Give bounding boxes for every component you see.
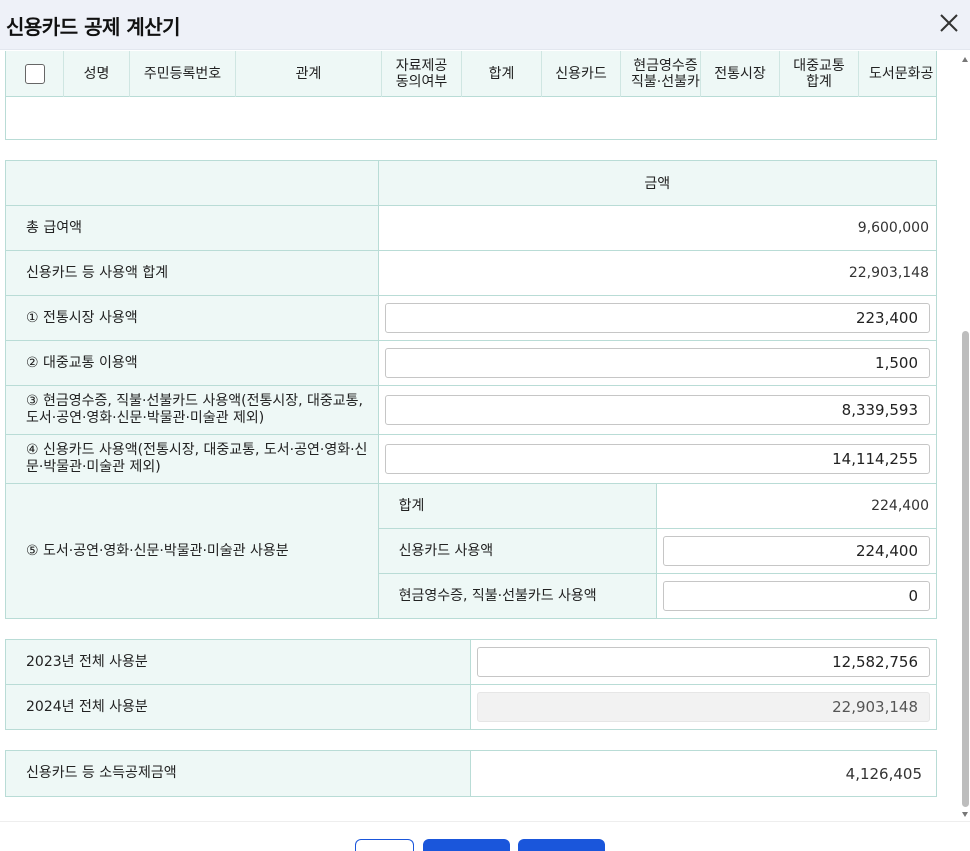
culture-cash-input[interactable]: 0 bbox=[663, 581, 930, 611]
usage-2023-input[interactable]: 12,582,756 bbox=[477, 647, 930, 677]
total-salary-value: 9,600,000 bbox=[377, 205, 938, 251]
market-label: ① 전통시장 사용액 bbox=[5, 295, 379, 341]
col-credit-card[interactable]: 신용카드 bbox=[542, 51, 621, 97]
col-name[interactable]: 성명 bbox=[64, 51, 130, 97]
total-salary-label: 총 급여액 bbox=[5, 205, 379, 251]
vertical-scrollbar[interactable] bbox=[960, 51, 970, 821]
cash-receipt-label: ③ 현금영수증, 직불·선불카드 사용액(전통시장, 대중교통, 도서·공연·영… bbox=[5, 385, 379, 435]
col-relation[interactable]: 관계 bbox=[236, 51, 382, 97]
usage-2023-cell: 12,582,756 bbox=[470, 639, 937, 685]
scroll-down-arrow-icon[interactable] bbox=[962, 812, 968, 817]
select-all-cell bbox=[6, 51, 64, 97]
amount-table: 금액 총 급여액 9,600,000 신용카드 등 사용액 합계 22,903,… bbox=[5, 160, 938, 619]
usage-2024-cell: 22,903,148 bbox=[470, 684, 937, 730]
culture-card-cell: 224,400 bbox=[656, 528, 937, 574]
credit-card-label: ④ 신용카드 사용액(전통시장, 대중교통, 도서·공연·영화·신문·박물관·미… bbox=[5, 434, 379, 484]
footer-primary-button-1[interactable] bbox=[423, 839, 510, 851]
dialog-titlebar: 신용카드 공제 계산기 bbox=[0, 0, 970, 50]
deduction-label: 신용카드 등 소득공제금액 bbox=[4, 750, 472, 797]
market-input[interactable]: 223,400 bbox=[384, 303, 930, 333]
transit-input[interactable]: 1,500 bbox=[384, 348, 930, 378]
usage-2024-label: 2024년 전체 사용분 bbox=[4, 684, 472, 730]
col-culture[interactable]: 도서문화공 bbox=[859, 51, 936, 97]
dialog-footer bbox=[0, 821, 970, 851]
close-icon[interactable] bbox=[938, 12, 960, 34]
culture-sum-label: 합계 bbox=[377, 483, 658, 529]
card-total-value: 22,903,148 bbox=[377, 250, 938, 296]
scrollbar-thumb[interactable] bbox=[962, 331, 969, 807]
family-grid: 성명 주민등록번호 관계 자료제공 동의여부 합계 신용카드 현금영수증 직불·… bbox=[5, 51, 937, 140]
dialog-content: 성명 주민등록번호 관계 자료제공 동의여부 합계 신용카드 현금영수증 직불·… bbox=[0, 51, 960, 821]
market-cell: 223,400 bbox=[377, 295, 938, 341]
col-total[interactable]: 합계 bbox=[462, 51, 542, 97]
transit-label: ② 대중교통 이용액 bbox=[5, 340, 379, 386]
culture-cash-label: 현금영수증, 직불·선불카드 사용액 bbox=[377, 573, 658, 619]
select-all-checkbox[interactable] bbox=[24, 64, 45, 84]
col-cash-receipt[interactable]: 현금영수증 직불·선불카 bbox=[621, 51, 701, 97]
deduction-table: 신용카드 등 소득공제금액 4,126,405 bbox=[4, 750, 937, 797]
credit-card-cell: 14,114,255 bbox=[377, 434, 938, 484]
transit-cell: 1,500 bbox=[377, 340, 938, 386]
scroll-up-arrow-icon[interactable] bbox=[962, 57, 968, 62]
culture-cash-cell: 0 bbox=[656, 573, 937, 619]
col-transit[interactable]: 대중교통 합계 bbox=[780, 51, 859, 97]
year-usage-table: 2023년 전체 사용분 12,582,756 2024년 전체 사용분 22,… bbox=[4, 639, 937, 730]
amount-header: 금액 bbox=[377, 160, 938, 206]
col-market[interactable]: 전통시장 bbox=[701, 51, 780, 97]
amount-table-corner bbox=[5, 160, 379, 206]
culture-card-input[interactable]: 224,400 bbox=[663, 536, 930, 566]
credit-card-input[interactable]: 14,114,255 bbox=[384, 444, 930, 474]
col-resident-number[interactable]: 주민등록번호 bbox=[130, 51, 236, 97]
deduction-value: 4,126,405 bbox=[470, 750, 937, 797]
culture-label: ⑤ 도서·공연·영화·신문·박물관·미술관 사용분 bbox=[5, 483, 379, 619]
culture-sum-value: 224,400 bbox=[656, 483, 937, 529]
cash-receipt-cell: 8,339,593 bbox=[377, 385, 938, 435]
footer-primary-button-2[interactable] bbox=[518, 839, 605, 851]
family-grid-header: 성명 주민등록번호 관계 자료제공 동의여부 합계 신용카드 현금영수증 직불·… bbox=[6, 51, 936, 97]
usage-2024-field: 22,903,148 bbox=[477, 692, 930, 722]
col-consent[interactable]: 자료제공 동의여부 bbox=[382, 51, 462, 97]
cash-receipt-input[interactable]: 8,339,593 bbox=[384, 395, 930, 425]
usage-2023-label: 2023년 전체 사용분 bbox=[4, 639, 472, 685]
card-total-label: 신용카드 등 사용액 합계 bbox=[5, 250, 379, 296]
footer-secondary-button[interactable] bbox=[355, 839, 414, 851]
dialog-title: 신용카드 공제 계산기 bbox=[6, 15, 181, 39]
culture-card-label: 신용카드 사용액 bbox=[377, 528, 658, 574]
